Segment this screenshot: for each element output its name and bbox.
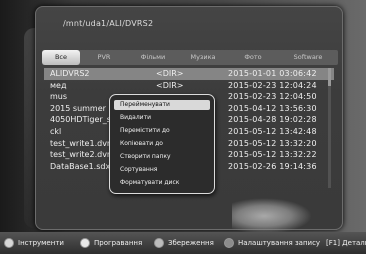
key-details-label: [F1] Детальна: [326, 239, 366, 247]
file-name: test_write1.dvr: [50, 138, 111, 148]
scrollbar-thumb[interactable]: [328, 68, 331, 86]
file-date: 2015-05-12 13:32:22: [228, 150, 317, 160]
menu-item-copy[interactable]: Копіювати до: [114, 139, 210, 149]
file-name: мед: [50, 80, 67, 90]
tab-all[interactable]: Все: [42, 50, 80, 65]
file-name: ckl: [50, 126, 62, 136]
key-play[interactable]: Програвання: [80, 237, 142, 249]
file-date: 2015-05-12 13:42:48: [228, 126, 317, 136]
menu-item-format-disk[interactable]: Форматувати диск: [114, 178, 210, 188]
file-name: test_write2.dvr: [50, 150, 111, 160]
menu-item-sort[interactable]: Сортування: [114, 165, 210, 175]
file-type: <DIR>: [156, 80, 184, 90]
key-tools[interactable]: Інструменти: [4, 237, 64, 249]
key-details[interactable]: [F1] Детальна: [326, 237, 366, 249]
save-color-key-icon: [154, 238, 164, 248]
context-menu: Перейменувати Видалити Перемістити до Ко…: [109, 94, 215, 194]
decorative-flower: [232, 198, 312, 234]
tab-music[interactable]: Музика: [178, 50, 228, 65]
menu-item-create-folder[interactable]: Створити папку: [114, 152, 210, 162]
file-date: 2015-01-01 03:06:42: [228, 69, 317, 78]
tab-movies[interactable]: Фільми: [128, 50, 178, 65]
bottom-key-bar: Інструменти Програвання Збереження Налаш…: [0, 232, 366, 254]
key-save-label: Збереження: [168, 239, 214, 247]
file-name: DataBase1.sdx: [50, 161, 111, 171]
category-tabs: Все PVR Фільми Музика Фото Software: [42, 50, 338, 65]
file-row[interactable]: мед <DIR> 2015-02-23 12:04:24: [44, 80, 334, 92]
key-record-settings-label: Налаштування запису: [238, 239, 321, 247]
tools-color-key-icon: [4, 238, 14, 248]
play-color-key-icon: [80, 238, 90, 248]
menu-item-move[interactable]: Перемістити до: [114, 126, 210, 136]
file-date: 2015-04-28 19:02:28: [228, 115, 317, 125]
key-play-label: Програвання: [94, 239, 143, 247]
file-date: 2015-05-12 13:32:20: [228, 138, 317, 148]
file-type: <DIR>: [156, 69, 184, 78]
current-path: /mnt/uda1/ALI/DVRS2: [63, 19, 154, 28]
file-date: 2015-02-23 12:04:24: [228, 80, 317, 90]
key-tools-label: Інструменти: [18, 239, 64, 247]
tab-software[interactable]: Software: [278, 50, 338, 65]
file-name: mus: [50, 92, 68, 102]
list-scrollbar[interactable]: [328, 68, 331, 188]
key-record-settings[interactable]: Налаштування запису: [224, 237, 320, 249]
menu-item-rename[interactable]: Перейменувати: [114, 100, 210, 110]
file-name: 4050HDTiger_sel: [50, 115, 118, 125]
file-row[interactable]: ALIDVRS2 <DIR> 2015-01-01 03:06:42: [44, 68, 334, 80]
tab-photo[interactable]: Фото: [228, 50, 278, 65]
file-date: 2015-04-12 13:56:30: [228, 103, 317, 113]
file-name: ALIDVRS2: [50, 69, 90, 78]
tab-pvr[interactable]: PVR: [80, 50, 128, 65]
file-date: 2015-02-26 19:14:36: [228, 161, 317, 171]
file-name: 2015 summer: [50, 103, 106, 113]
record-settings-color-key-icon: [224, 238, 234, 248]
key-save[interactable]: Збереження: [154, 237, 214, 249]
menu-item-delete[interactable]: Видалити: [114, 113, 210, 123]
file-date: 2015-02-23 12:04:50: [228, 92, 317, 102]
